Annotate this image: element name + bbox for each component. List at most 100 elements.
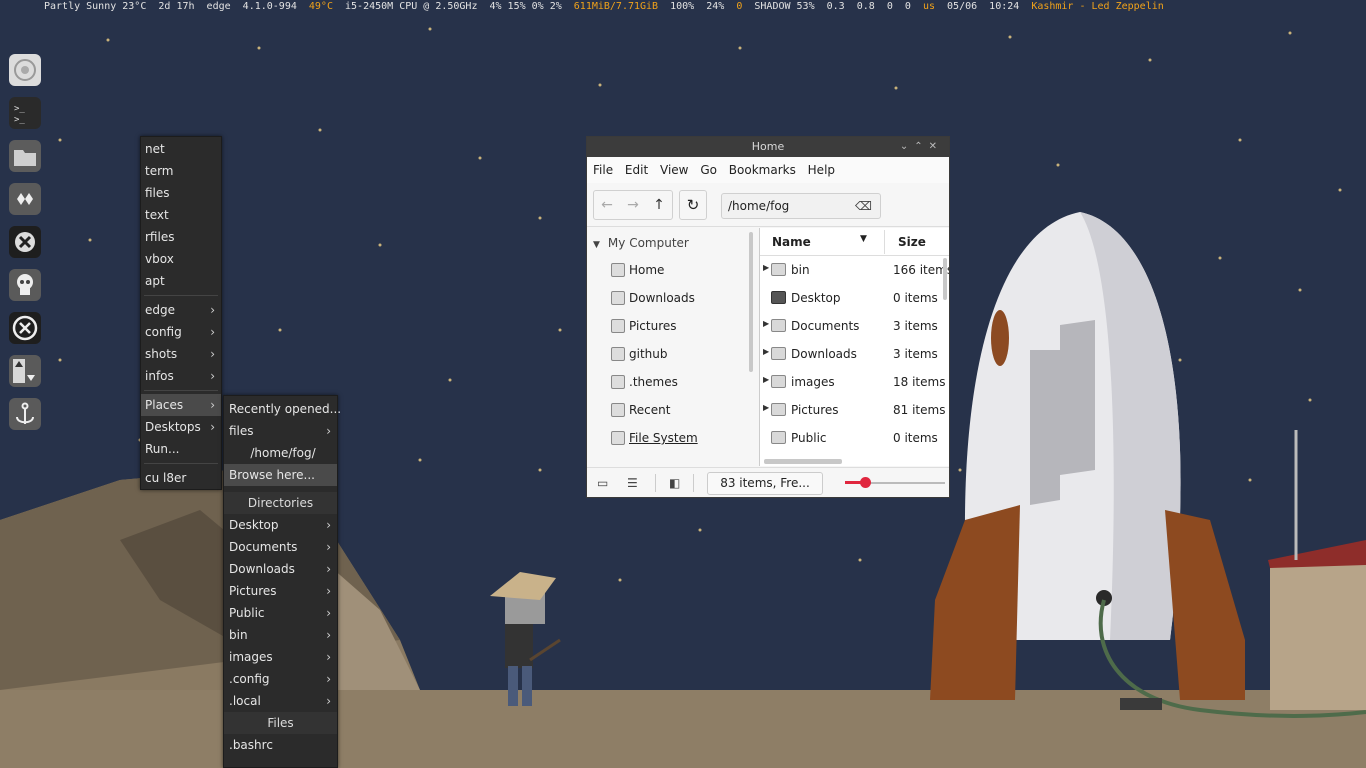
table-row[interactable]: Public 0 items [760,424,949,452]
date-text: 05/06 [947,1,978,12]
directories-header: Directories [224,492,337,514]
reload-icon[interactable]: ↻ [679,190,707,220]
column-header-size[interactable]: Size [898,235,926,249]
cpu-load-text: 4% 15% 0% 2% [489,1,562,12]
dir-item-desktop[interactable]: Desktop [224,514,337,536]
sidebar-item-downloads[interactable]: Downloads [587,284,757,312]
menu-item-shots[interactable]: shots [141,343,221,365]
dir-item-config[interactable]: .config [224,668,337,690]
menu-item-rfiles[interactable]: rfiles [141,226,221,248]
menu-item-files[interactable]: files [141,182,221,204]
menu-item-edge[interactable]: edge [141,299,221,321]
menu-item-recently-opened[interactable]: Recently opened... [224,398,341,420]
file-manager-window: Home ⌄⌃✕ File Edit View Go Bookmarks Hel… [586,136,950,498]
menu-edit[interactable]: Edit [625,163,648,177]
dir-item-public[interactable]: Public [224,602,337,624]
horizontal-scrollbar[interactable] [764,459,842,464]
menu-view[interactable]: View [660,163,688,177]
sidebar-scrollbar[interactable] [749,232,753,372]
terminal-icon[interactable]: >_ >_ [9,97,41,129]
close-icon[interactable] [9,312,41,344]
menu-separator [144,463,218,464]
pictures-folder-icon [771,403,786,416]
up-arrow-icon[interactable]: ↑ [653,197,665,213]
chrome-icon[interactable] [9,54,41,86]
menu-item-places[interactable]: Places [141,394,221,416]
dir-item-pictures[interactable]: Pictures [224,580,337,602]
menu-item-apt[interactable]: apt [141,270,221,292]
zoom-slider-handle[interactable] [860,477,871,488]
sort-arrow-icon[interactable]: ▼ [860,234,867,244]
uptime-text: 2d 17h [158,1,195,12]
folder-icon[interactable] [9,140,41,172]
menu-item-run[interactable]: Run... [141,438,221,460]
expand-triangle-icon[interactable]: ▶ [763,263,769,272]
back-arrow-icon[interactable]: ← [601,197,613,213]
sidebar-section-my-computer[interactable]: ▼ My Computer [587,228,757,256]
sidebar-item-home[interactable]: Home [587,256,757,284]
table-row[interactable]: ▶ images 18 items [760,368,949,396]
menu-item-config[interactable]: config [141,321,221,343]
menu-bookmarks[interactable]: Bookmarks [729,163,796,177]
window-titlebar[interactable]: Home ⌄⌃✕ [587,137,949,157]
menu-help[interactable]: Help [808,163,835,177]
clear-location-icon[interactable]: ⌫ [855,194,872,218]
forward-arrow-icon[interactable]: → [627,197,639,213]
table-row[interactable]: ▶ Documents 3 items [760,312,949,340]
table-row[interactable]: Desktop 0 items [760,284,949,312]
places-view-icon[interactable]: ▭ [597,476,608,490]
cpu-text: i5-2450M CPU @ 2.50GHz [345,1,478,12]
table-row[interactable]: ▶ bin 166 items [760,256,949,284]
sidebar-item-github[interactable]: github [587,340,757,368]
menu-item-vbox[interactable]: vbox [141,248,221,270]
table-row[interactable]: ▶ Pictures 81 items [760,396,949,424]
menu-item-home-path[interactable]: /home/fog/ [224,442,337,464]
expand-triangle-icon[interactable]: ▶ [763,319,769,328]
menu-go[interactable]: Go [700,163,717,177]
skull-icon[interactable] [9,269,41,301]
dir-item-local[interactable]: .local [224,690,337,712]
home-folder-icon [611,263,625,277]
table-row[interactable]: ▶ Downloads 3 items [760,340,949,368]
column-header-name[interactable]: Name [772,235,811,249]
nav-button-group: ← → ↑ [593,190,673,220]
menu-item-term[interactable]: term [141,160,221,182]
updown-icon[interactable] [9,355,41,387]
menu-item-logout[interactable]: cu l8er [141,467,221,489]
menu-item-desktops[interactable]: Desktops [141,416,221,438]
maximize-icon[interactable]: ⌃ [914,141,928,152]
expand-triangle-icon[interactable]: ▶ [763,347,769,356]
sidebar-item-pictures[interactable]: Pictures [587,312,757,340]
dir-item-downloads[interactable]: Downloads [224,558,337,580]
window-close-icon[interactable]: ✕ [929,141,943,152]
dir-item-documents[interactable]: Documents [224,536,337,558]
menu-item-text[interactable]: text [141,204,221,226]
anchor-icon[interactable] [9,398,41,430]
menu-item-net[interactable]: net [141,138,221,160]
menu-item-infos[interactable]: infos [141,365,221,387]
dir-item-bin[interactable]: bin [224,624,337,646]
temp-text: 49°C [308,1,333,12]
dir-item-images[interactable]: images [224,646,337,668]
expand-triangle-icon[interactable]: ▶ [763,375,769,384]
vertical-scrollbar[interactable] [943,258,947,300]
minimize-icon[interactable]: ⌄ [900,141,914,152]
game-icon[interactable] [9,183,41,215]
sidebar-item-recent[interactable]: Recent [587,396,757,424]
tree-view-icon[interactable]: ☰ [627,476,638,490]
expand-triangle-icon[interactable]: ▶ [763,403,769,412]
downloads-folder-icon [611,291,625,305]
xchat-icon[interactable] [9,226,41,258]
toggle-sidebar-icon[interactable]: ◧ [669,476,680,490]
sidebar-item-file-system[interactable]: File System [587,424,757,452]
menu-item-places-files[interactable]: files [224,420,337,442]
menu-file[interactable]: File [593,163,613,177]
files-header: Files [224,712,337,734]
location-input[interactable]: /home/fog ⌫ [721,193,881,219]
sidebar-item-themes[interactable]: .themes [587,368,757,396]
folder-icon [611,347,625,361]
weather-text: Partly Sunny 23°C [44,1,147,12]
collapse-triangle-icon[interactable]: ▼ [593,240,600,250]
menu-item-browse-here[interactable]: Browse here... [224,464,337,486]
file-item-bashrc[interactable]: .bashrc [224,734,337,756]
